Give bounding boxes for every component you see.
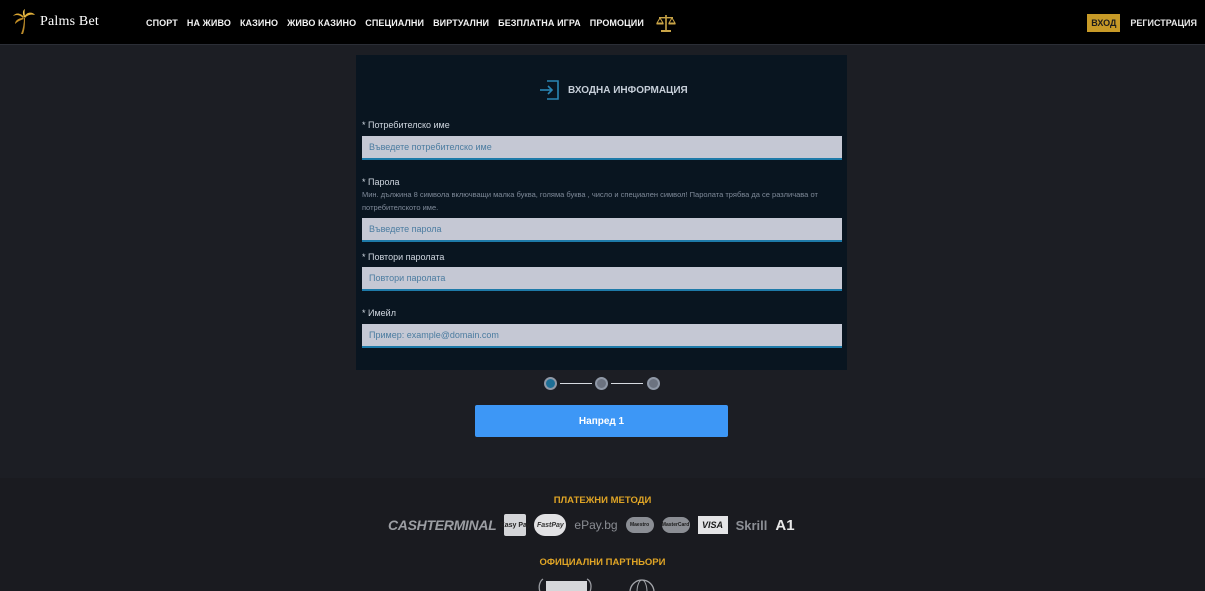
card-title: ВХОДНА ИНФОРМАЦИЯ	[538, 77, 688, 103]
card-title-text: ВХОДНА ИНФОРМАЦИЯ	[568, 84, 688, 96]
nav-live-casino[interactable]: ЖИВО КАЗИНО	[287, 18, 356, 28]
logo-text: Palms Bet	[40, 14, 99, 29]
main-nav: СПОРТ НА ЖИВО КАЗИНО ЖИВО КАЗИНО СПЕЦИАЛ…	[146, 0, 677, 45]
nav-casino[interactable]: КАЗИНО	[240, 18, 278, 28]
password-hint: Мин. дължина 8 символа включващи малка б…	[362, 190, 818, 212]
register-link[interactable]: РЕГИСТРАЦИЯ	[1130, 18, 1197, 28]
step-connector-2	[611, 383, 643, 384]
easypay-logo: Easy Pay	[500, 514, 531, 536]
palm-tree-icon	[13, 9, 35, 34]
footer: ПЛАТЕЖНИ МЕТОДИ CASHTERMINAL Easy Pay Fa…	[0, 478, 1205, 591]
next-step-button[interactable]: Напред 1	[475, 405, 728, 437]
mastercard-logo: MasterCard	[661, 517, 690, 533]
repeat-password-input[interactable]	[362, 267, 842, 291]
nav-sport[interactable]: СПОРТ	[146, 18, 178, 28]
fastpay-logo: FastPay	[534, 514, 567, 536]
partners-heading: ОФИЦИАЛНИ ПАРТНЬОРИ	[539, 557, 666, 568]
step-connector-1	[560, 383, 592, 384]
skrill-logo: Skrill	[735, 517, 768, 533]
cashterminal-logo: CASHTERMINAL	[388, 517, 497, 533]
nav-virtual[interactable]: ВИРТУАЛНИ	[433, 18, 489, 28]
nav-specials[interactable]: СПЕЦИАЛНИ	[365, 18, 424, 28]
a1-logo: A1	[775, 516, 795, 534]
username-input[interactable]	[362, 136, 842, 160]
top-navigation-bar: Palms Bet СПОРТ НА ЖИВО КАЗИНО ЖИВО КАЗИ…	[0, 0, 1205, 45]
repeat-password-label: * Повтори паролата	[362, 252, 445, 262]
payment-methods-heading: ПЛАТЕЖНИ МЕТОДИ	[553, 495, 652, 506]
step-dot-2	[595, 377, 608, 390]
epay-logo: ePay.bg	[574, 518, 618, 532]
email-label: * Имейл	[362, 308, 396, 318]
step-indicator	[544, 377, 661, 390]
payment-logos: CASHTERMINAL Easy Pay FastPay ePay.bg Ma…	[388, 512, 795, 538]
visa-logo: VISA	[697, 516, 728, 534]
login-icon	[540, 80, 559, 100]
nav-free-game[interactable]: БЕЗПЛАТНА ИГРА	[498, 18, 581, 28]
palms-bet-logo[interactable]: Palms Bet	[12, 8, 99, 36]
step-dot-3	[647, 377, 660, 390]
password-label: * Парола	[362, 177, 400, 187]
nav-promotions[interactable]: ПРОМОЦИИ	[590, 18, 644, 28]
nav-live[interactable]: НА ЖИВО	[187, 18, 231, 28]
partner-logos	[538, 578, 655, 591]
step-dot-1	[544, 377, 557, 390]
maestro-logo: Maestro	[625, 517, 654, 533]
password-input[interactable]	[362, 218, 842, 242]
login-button[interactable]: ВХОД	[1087, 13, 1121, 32]
registration-card: ВХОДНА ИНФОРМАЦИЯ * Потребителско име * …	[356, 55, 847, 370]
email-input[interactable]	[362, 324, 842, 348]
scales-icon[interactable]	[655, 12, 677, 34]
auth-area: ВХОД РЕГИСТРАЦИЯ	[1087, 0, 1197, 45]
username-label: * Потребителско име	[362, 120, 450, 130]
